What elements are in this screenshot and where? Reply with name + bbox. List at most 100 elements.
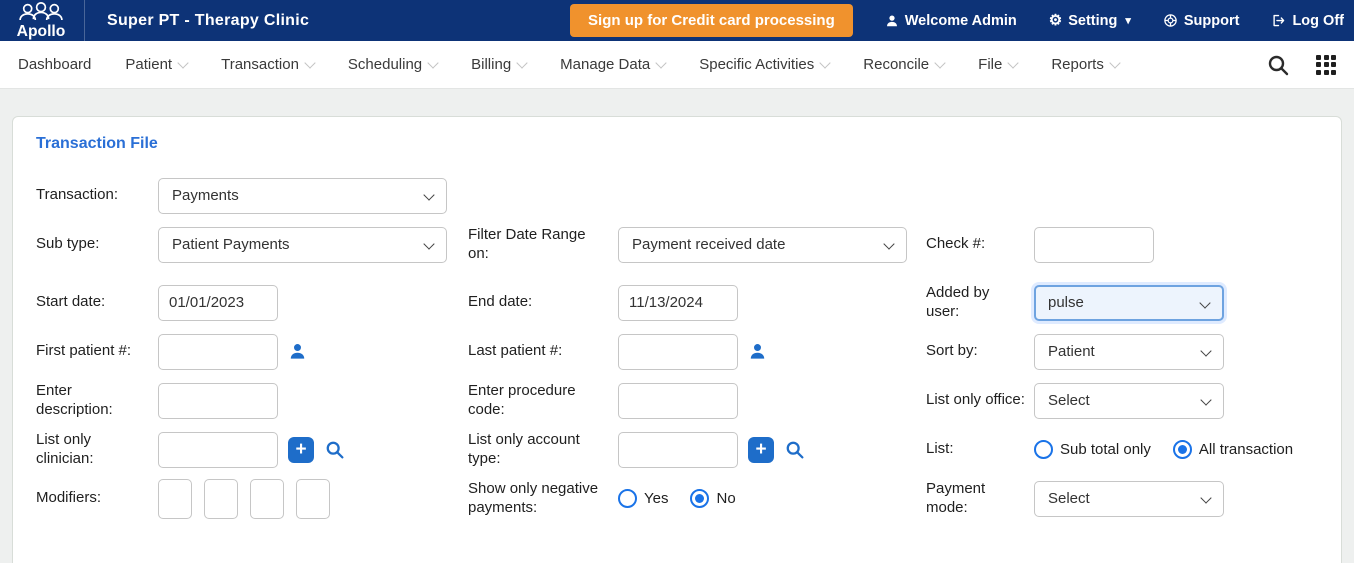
show-only-negative-label: Show only negative payments: [468,479,599,516]
first-patient-label: First patient #: [36,342,132,360]
modifier-input-3[interactable] [250,478,284,519]
transaction-select-value: Payments [172,187,239,204]
gear-icon: ⚙ [1048,12,1063,29]
form-row-modifiers: Modifiers: Show only negative payments: … [36,474,1341,523]
welcome-admin-menu[interactable]: Welcome Admin [885,13,1017,29]
end-date-input[interactable] [618,284,738,321]
nav-item-transaction[interactable]: Transaction [221,56,316,73]
nav-item-reconcile[interactable]: Reconcile [863,56,946,73]
list-subtotal-radio[interactable]: Sub total only [1034,440,1151,459]
add-account-type-button[interactable]: + [748,436,774,463]
sub-type-select[interactable]: Patient Payments [158,226,447,263]
support-menu[interactable]: Support [1163,12,1240,29]
caret-down-icon: ▾ [1125,15,1131,27]
search-account-type-button[interactable] [784,439,805,460]
radio-circle-checked-icon [1172,440,1192,459]
modifier-input-1[interactable] [158,478,192,519]
user-icon [886,14,897,26]
patient-person-icon [290,344,305,359]
nav-item-dashboard[interactable]: Dashboard [18,56,91,73]
negative-payments-radio-group: Yes No [618,489,736,508]
nav-item-scheduling[interactable]: Scheduling [348,56,439,73]
last-patient-input[interactable] [618,333,738,370]
logoff-label: Log Off [1292,12,1344,29]
last-patient-picker-icon[interactable] [748,342,767,361]
logoff-menu[interactable]: Log Off [1271,13,1344,29]
nav-item-file[interactable]: File [978,56,1019,73]
topbar-divider [84,0,85,41]
list-only-office-select[interactable]: Select [1034,382,1224,419]
enter-description-input[interactable] [158,382,278,419]
form-row-clinician: List only clinician: + List only account… [36,425,1341,474]
form-row-subtype: Sub type: Patient Payments Filter Date R… [36,220,1341,269]
first-patient-picker-icon[interactable] [288,342,307,361]
nav-label: Transaction [221,56,299,73]
chevron-down-icon [934,56,946,69]
list-only-account-type-input[interactable] [618,431,738,468]
check-number-label: Check #: [926,235,986,253]
apps-grid-icon[interactable] [1316,54,1336,75]
search-clinician-button[interactable] [324,439,345,460]
end-date-label: End date: [468,293,533,311]
list-alltransaction-radio[interactable]: All transaction [1172,440,1293,459]
main-nav: Dashboard Patient Transaction Scheduling… [0,41,1354,89]
search-icon [786,441,804,459]
nav-item-specific-activities[interactable]: Specific Activities [699,56,831,73]
nav-item-manage-data[interactable]: Manage Data [560,56,667,73]
sort-by-select[interactable]: Patient [1034,333,1224,370]
add-clinician-button[interactable]: + [288,436,314,463]
apollo-people-icon: Apollo [17,1,65,40]
modifiers-label: Modifiers: [36,489,102,507]
chevron-down-icon [427,56,439,69]
payment-mode-select[interactable]: Select [1034,480,1224,517]
nav-label: Patient [125,56,173,73]
filter-date-range-select[interactable]: Payment received date [618,226,907,263]
negative-no-label: No [716,490,736,507]
credit-card-signup-button[interactable]: Sign up for Credit card processing [570,4,853,37]
modifier-input-4[interactable] [296,478,330,519]
sub-type-label: Sub type: [36,235,100,253]
nav-items: Dashboard Patient Transaction Scheduling… [18,56,1121,73]
list-only-clinician-label: List only clinician: [36,430,94,467]
sort-by-label: Sort by: [926,342,978,360]
list-radio-group: Sub total only All transaction [1034,440,1293,459]
top-navbar: Apollo Super PT - Therapy Clinic Sign up… [0,0,1354,41]
search-icon[interactable] [1266,53,1290,77]
enter-description-label: Enter description: [36,381,113,418]
radio-circle-icon [1034,440,1053,459]
page-title: Transaction File [36,135,158,152]
chevron-down-icon [819,56,831,69]
support-label: Support [1183,12,1240,29]
form-row-description: Enter description: Enter procedure code:… [36,376,1341,425]
nav-label: Dashboard [18,56,92,73]
added-by-user-select-value: pulse [1048,294,1084,311]
sort-by-select-value: Patient [1048,343,1095,360]
start-date-input[interactable] [158,284,278,321]
nav-label: Reconcile [863,56,930,73]
transaction-select[interactable]: Payments [158,177,447,214]
list-only-clinician-input[interactable] [158,431,278,468]
negative-no-radio[interactable]: No [690,489,736,508]
form-row-patient-range: First patient #: Last patient #: Sort by… [36,327,1341,376]
form-row-transaction: Transaction: Payments [36,171,1341,220]
apollo-logo[interactable]: Apollo [8,0,84,41]
search-icon [326,441,344,459]
filter-date-range-label: Filter Date Range on: [468,225,586,262]
logoff-icon [1273,14,1285,27]
first-patient-input[interactable] [158,333,278,370]
list-only-office-select-value: Select [1048,392,1090,409]
nav-item-reports[interactable]: Reports [1051,56,1121,73]
enter-procedure-code-input[interactable] [618,382,738,419]
setting-menu[interactable]: ⚙ Setting ▾ [1049,13,1131,29]
negative-yes-radio[interactable]: Yes [618,489,668,508]
support-lifering-icon [1164,14,1177,27]
modifier-input-2[interactable] [204,478,238,519]
added-by-user-select[interactable]: pulse [1034,284,1224,321]
chevron-down-icon [516,56,528,69]
payment-mode-select-value: Select [1048,490,1090,507]
check-number-input[interactable] [1034,226,1154,263]
chevron-down-icon [1007,56,1019,69]
nav-item-patient[interactable]: Patient [125,56,189,73]
chevron-down-icon [655,56,667,69]
nav-item-billing[interactable]: Billing [471,56,528,73]
